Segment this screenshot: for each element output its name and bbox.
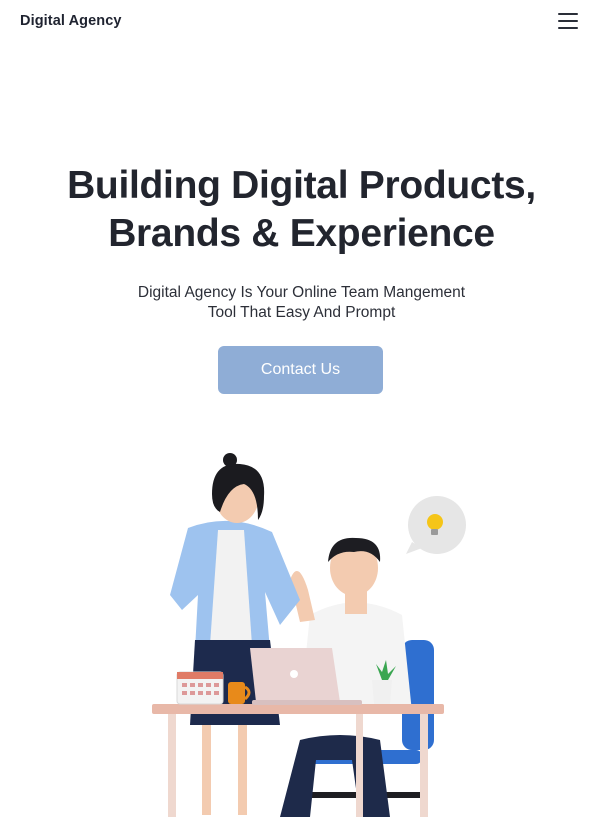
hero-title-line-1: Building Digital Products, [67,164,536,207]
hero-title: Building Digital Products, Brands & Expe… [0,162,603,258]
desk-calendar [176,671,224,705]
lightbulb-speech-bubble [406,496,466,554]
navbar: Digital Agency [0,0,603,45]
brand-logo[interactable]: Digital Agency [20,13,122,29]
hero-subtitle: Digital Agency Is Your Online Team Mange… [0,283,603,323]
hamburger-menu-icon[interactable] [556,11,580,31]
contact-us-button[interactable]: Contact Us [218,346,383,394]
menu-bar-middle [558,20,578,22]
hero-title-line-2: Brands & Experience [108,212,495,255]
woman-figure [170,453,300,815]
landing-page: Digital Agency Building Digital Products… [0,0,603,817]
menu-bar-bottom [558,27,578,29]
menu-bar-top [558,13,578,15]
hero-subtitle-line-1: Digital Agency Is Your Online Team Mange… [137,284,466,301]
hero-subtitle-line-2: Tool That Easy And Prompt [207,304,396,321]
hero-illustration [152,453,466,817]
